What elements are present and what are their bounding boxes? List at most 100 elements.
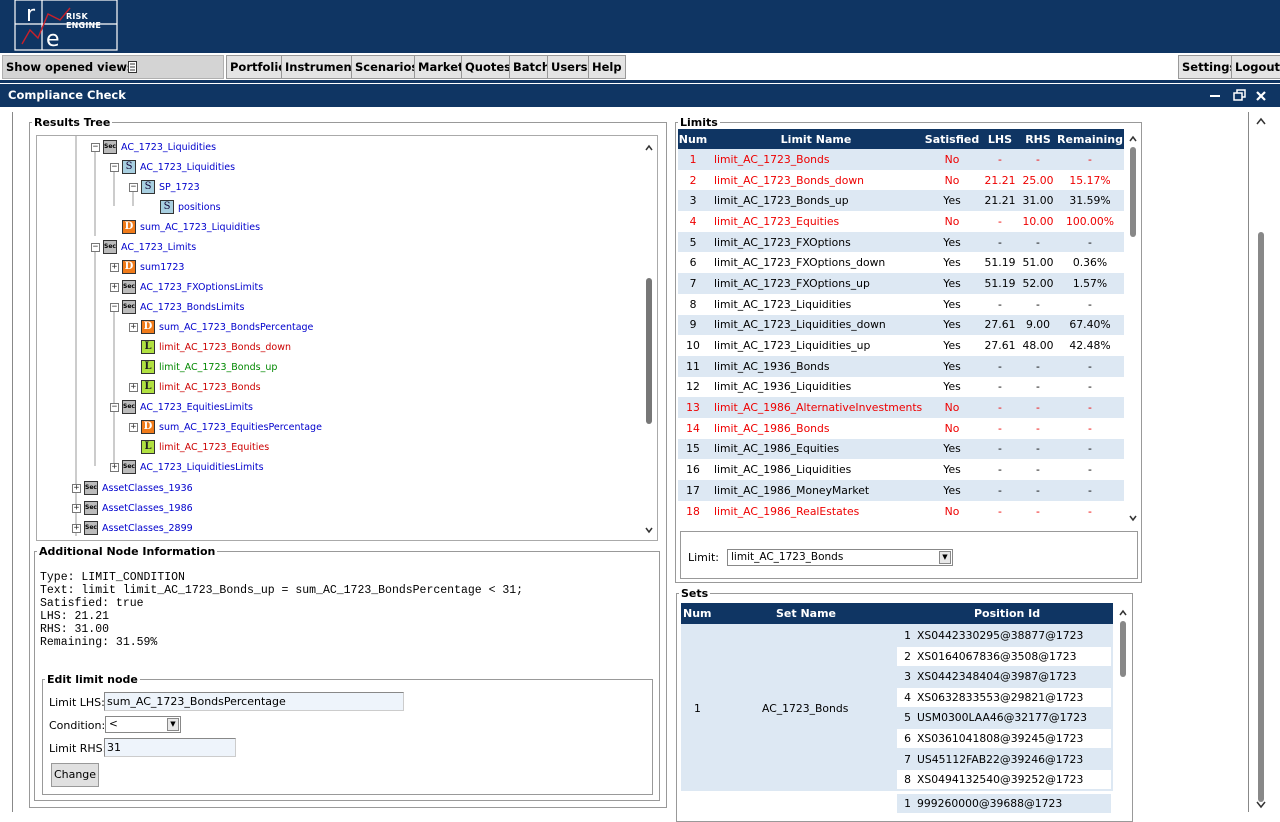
limit-row[interactable]: 16 limit_AC_1986_Liquidities Yes - - - [678,459,1124,480]
limit-row[interactable]: 5 limit_AC_1723_FXOptions Yes - - - [678,231,1124,253]
restore-icon[interactable] [1230,84,1248,107]
collapse-icon[interactable]: − [110,162,119,172]
limit-row[interactable]: 2 limit_AC_1723_Bonds_down No 21.21 25.00 15.… [678,170,1124,191]
tree-scrollbar[interactable] [643,140,655,538]
tree-node[interactable]: Llimit_AC_1723_Bonds_down [141,338,291,356]
expand-icon[interactable]: + [110,262,119,272]
tree-node[interactable]: Llimit_AC_1723_Bonds_up [141,358,277,376]
limit-row[interactable]: 12 limit_AC_1936_Liquidities Yes - - - [678,377,1124,398]
tree-node-label[interactable]: positions [178,202,221,213]
tree-node-label[interactable]: sum_AC_1723_EquitiesPercentage [159,422,322,433]
tree-node[interactable]: + Dsum_AC_1723_EquitiesPercentage [129,418,322,436]
expand-icon[interactable]: + [129,422,138,432]
tree-node-label[interactable]: SP_1723 [159,182,200,193]
expand-icon[interactable]: + [110,282,119,292]
change-button[interactable]: Change [51,763,99,787]
limit-rhs-input[interactable]: 31 [104,738,236,757]
col-satisfied[interactable]: Satisfied [924,129,980,149]
sets-col-set-name[interactable]: Set Name [776,607,836,620]
tree-node[interactable]: + Sec AssetClasses_2899 [72,519,193,537]
tree-node-label[interactable]: limit_AC_1723_Bonds_down [159,342,291,353]
menu-quotes[interactable]: Quotes [461,55,516,79]
tree-node[interactable]: − S SP_1723 [129,178,200,196]
tree-node[interactable]: + Dsum1723 [110,258,184,276]
limit-row[interactable]: 10 limit_AC_1723_Liquidities_up Yes 27.61 48… [678,335,1124,356]
tree-node-label[interactable]: AC_1723_Liquidities [140,162,235,173]
col-limit-name[interactable]: Limit Name [708,129,924,149]
logout-button[interactable]: Logout [1231,55,1280,79]
limit-row[interactable]: 14 limit_AC_1986_Bonds No - - - [678,418,1124,439]
collapse-icon[interactable]: − [110,302,119,312]
tree-node-label[interactable]: AC_1723_BondsLimits [140,302,244,313]
limit-row[interactable]: 15 limit_AC_1986_Equities Yes - - - [678,438,1124,460]
limit-row[interactable]: 17 limit_AC_1986_MoneyMarket Yes - - - [678,480,1124,501]
limit-row[interactable]: 11 limit_AC_1936_Bonds Yes - - - [678,355,1124,377]
tree-node[interactable]: − S AC_1723_Liquidities [110,158,235,176]
tree-node-label[interactable]: AC_1723_LiquiditiesLimits [140,462,264,473]
tree-node-label[interactable]: limit_AC_1723_Bonds [159,382,261,393]
menu-instrument[interactable]: Instrument [281,55,362,79]
collapse-icon[interactable]: − [110,402,119,412]
collapse-icon[interactable]: − [91,242,100,252]
sets-scrollbar[interactable] [1117,606,1129,820]
expand-icon[interactable]: + [129,322,138,332]
menu-help[interactable]: Help [588,55,626,79]
tree-node[interactable]: + Sec AC_1723_LiquiditiesLimits [110,458,264,476]
col-lhs[interactable]: LHS [980,129,1020,149]
tree-node-label[interactable]: sum_AC_1723_BondsPercentage [159,322,313,333]
page-scrollbar[interactable] [1255,114,1267,812]
limits-scrollbar[interactable] [1127,132,1139,524]
tree-node[interactable]: + Sec AssetClasses_1936 [72,479,193,497]
expand-icon[interactable]: + [129,382,138,392]
tree-node-label[interactable]: limit_AC_1723_Equities [159,442,269,453]
tree-node-label[interactable]: AssetClasses_1986 [102,503,193,514]
collapse-icon[interactable]: − [129,182,138,192]
expand-icon[interactable]: + [72,503,81,513]
menu-users[interactable]: Users [547,55,592,79]
show-opened-views-button[interactable]: Show opened views [2,55,224,79]
limit-lhs-input[interactable]: sum_AC_1723_BondsPercentage [104,692,404,711]
tree-node[interactable]: + Llimit_AC_1723_Bonds [129,378,261,396]
tree-node-label[interactable]: AC_1723_Liquidities [121,142,216,153]
tree-node-label[interactable]: AssetClasses_2899 [102,523,193,534]
col-rhs[interactable]: RHS [1020,129,1056,149]
limit-row[interactable]: 6 limit_AC_1723_FXOptions_down Yes 51.19 51.… [678,252,1124,273]
limit-select[interactable]: limit_AC_1723_Bonds ▼ [727,549,953,566]
tree-node-label[interactable]: AC_1723_EquitiesLimits [140,402,253,413]
tree-node[interactable]: Llimit_AC_1723_Equities [141,438,269,456]
col-num[interactable]: Num [678,129,708,149]
tree-node[interactable]: − Sec AC_1723_Limits [91,238,196,256]
menu-scenarios[interactable]: Scenarios [351,55,423,79]
tree-node[interactable]: Dsum_AC_1723_Liquidities [122,218,260,236]
tree-node[interactable]: − Sec AC_1723_BondsLimits [110,298,244,316]
condition-select[interactable]: < ▼ [105,716,181,733]
limit-row[interactable]: 13 limit_AC_1986_AlternativeInvestments No… [678,397,1124,418]
tree-node[interactable]: − Sec AC_1723_EquitiesLimits [110,398,253,416]
tree-node-label[interactable]: sum1723 [140,262,184,273]
menu-market[interactable]: Market [414,55,468,79]
expand-icon[interactable]: + [72,523,81,533]
col-remaining[interactable]: Remaining [1056,129,1124,149]
limit-row[interactable]: 9 limit_AC_1723_Liquidities_down Yes 27.61 9… [678,314,1124,336]
close-icon[interactable] [1252,84,1270,107]
tree-node-label[interactable]: AssetClasses_1936 [102,483,193,494]
tree-node[interactable]: + Dsum_AC_1723_BondsPercentage [129,318,313,336]
tree-node[interactable]: Spositions [160,198,221,216]
limit-row[interactable]: 3 limit_AC_1723_Bonds_up Yes 21.21 31.00 31.5… [678,190,1124,212]
limit-row[interactable]: 4 limit_AC_1723_Equities No - 10.00 100.00% [678,211,1124,232]
expand-icon[interactable]: + [110,462,119,472]
tree-node-label[interactable]: AC_1723_FXOptionsLimits [140,282,263,293]
limit-row[interactable]: 18 limit_AC_1986_RealEstates No - - - [678,501,1124,521]
collapse-icon[interactable]: − [91,142,100,152]
tree-node-label[interactable]: sum_AC_1723_Liquidities [140,222,260,233]
minimize-icon[interactable] [1206,84,1224,107]
expand-icon[interactable]: + [72,483,81,493]
tree-node[interactable]: + Sec AssetClasses_1986 [72,499,193,517]
sets-col-position-id[interactable]: Position Id [974,607,1040,620]
tree-node[interactable]: + Sec AC_1723_FXOptionsLimits [110,278,263,296]
limit-row[interactable]: 8 limit_AC_1723_Liquidities Yes - - - [678,294,1124,315]
limit-row[interactable]: 7 limit_AC_1723_FXOptions_up Yes 51.19 52.00… [678,273,1124,294]
limit-row[interactable]: 1 limit_AC_1723_Bonds No - - - [678,149,1124,170]
tree-node[interactable]: − Sec AC_1723_Liquidities [91,138,216,156]
tree-node-label[interactable]: limit_AC_1723_Bonds_up [159,362,277,373]
